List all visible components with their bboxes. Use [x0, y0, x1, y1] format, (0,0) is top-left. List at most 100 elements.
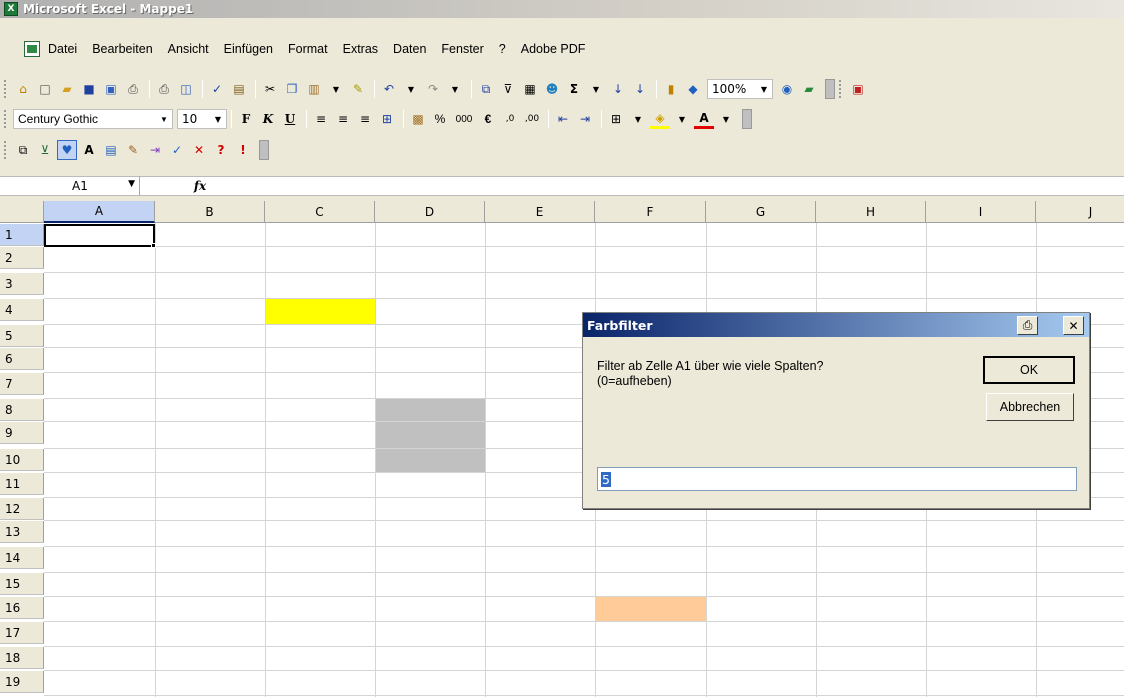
- cell-f16-peach[interactable]: [595, 597, 706, 621]
- paste-icon[interactable]: ▥: [304, 79, 324, 99]
- permission-icon[interactable]: ▣: [101, 79, 121, 99]
- dropdown-icon[interactable]: ▼: [672, 109, 692, 129]
- row-header-14[interactable]: 14: [0, 547, 44, 569]
- menu-bearbeiten[interactable]: Bearbeiten: [92, 40, 152, 58]
- borders-icon[interactable]: ⊞: [606, 109, 626, 129]
- column-header-f[interactable]: F: [595, 201, 706, 223]
- dropdown-icon[interactable]: ▼: [628, 109, 648, 129]
- help-icon[interactable]: ◉: [777, 79, 797, 99]
- dropdown-icon[interactable]: ▼: [445, 79, 465, 99]
- decrease-indent-icon[interactable]: ⇤: [553, 109, 573, 129]
- underline-icon[interactable]: U: [280, 109, 300, 129]
- row-header-15[interactable]: 15: [0, 573, 44, 595]
- print-preview-icon[interactable]: ⎙: [154, 79, 174, 99]
- row-header-13[interactable]: 13: [0, 521, 44, 543]
- select-all-corner[interactable]: [0, 201, 44, 223]
- thousands-button[interactable]: 000: [452, 109, 476, 129]
- row-header-2[interactable]: 2: [0, 247, 44, 269]
- chart-wizard-icon[interactable]: ▮: [661, 79, 681, 99]
- increase-indent-icon[interactable]: ⇥: [575, 109, 595, 129]
- pdf-icon[interactable]: ▣: [848, 79, 868, 99]
- users-icon[interactable]: ☻: [542, 79, 562, 99]
- text-icon[interactable]: A: [79, 140, 99, 160]
- question-icon[interactable]: ?: [211, 140, 231, 160]
- toolbar-grip[interactable]: [4, 110, 7, 128]
- chevron-down-icon[interactable]: ▼: [212, 112, 224, 126]
- copy-icon[interactable]: ❐: [282, 79, 302, 99]
- row-header-8[interactable]: 8: [0, 399, 44, 421]
- align-right-icon[interactable]: ≡: [355, 109, 375, 129]
- chevron-down-icon[interactable]: ▼: [128, 179, 135, 189]
- menu-adobe-pdf[interactable]: Adobe PDF: [521, 40, 586, 58]
- row-header-18[interactable]: 18: [0, 647, 44, 669]
- decrease-decimal-icon[interactable]: ,00: [522, 109, 542, 129]
- row-header-3[interactable]: 3: [0, 273, 44, 295]
- currency-icon[interactable]: ▩: [408, 109, 428, 129]
- drawing-icon[interactable]: ◆: [683, 79, 703, 99]
- format-painter-icon[interactable]: ✎: [348, 79, 368, 99]
- column-header-e[interactable]: E: [485, 201, 595, 223]
- new-icon[interactable]: □: [35, 79, 55, 99]
- row-header-12[interactable]: 12: [0, 498, 44, 520]
- menu-ansicht[interactable]: Ansicht: [168, 40, 209, 58]
- home-icon[interactable]: ⌂: [13, 79, 33, 99]
- toolbar-grip[interactable]: [839, 80, 842, 98]
- row-header-7[interactable]: 7: [0, 373, 44, 395]
- row-header-1[interactable]: 1: [0, 224, 44, 246]
- toolbar-grip[interactable]: [4, 141, 7, 159]
- font-combo[interactable]: Century Gothic ▼: [13, 109, 173, 129]
- row-header-11[interactable]: 11: [0, 473, 44, 495]
- italic-icon[interactable]: K: [258, 109, 278, 129]
- autofilter-icon[interactable]: ⊽: [498, 79, 518, 99]
- row-header-5[interactable]: 5: [0, 325, 44, 347]
- column-header-d[interactable]: D: [375, 201, 485, 223]
- columns-input[interactable]: 5: [597, 467, 1077, 491]
- chevron-down-icon[interactable]: ▼: [158, 112, 170, 126]
- redo-icon[interactable]: ↷: [423, 79, 443, 99]
- column-header-j[interactable]: J: [1036, 201, 1124, 223]
- column-header-b[interactable]: B: [155, 201, 265, 223]
- preview-icon[interactable]: ◫: [176, 79, 196, 99]
- menu-format[interactable]: Format: [288, 40, 328, 58]
- row-header-6[interactable]: 6: [0, 348, 44, 370]
- name-box[interactable]: A1 ▼: [0, 176, 140, 196]
- cell-d8-d10-gray[interactable]: [375, 399, 485, 473]
- undo-icon[interactable]: ↶: [379, 79, 399, 99]
- row-header-16[interactable]: 16: [0, 597, 44, 619]
- sort-ascending-icon[interactable]: ↓: [608, 79, 628, 99]
- zoom-combo[interactable]: 100% ▼: [707, 79, 773, 99]
- fx-icon[interactable]: fx: [140, 179, 260, 193]
- toolbar-options-button[interactable]: [259, 140, 269, 160]
- column-header-i[interactable]: I: [926, 201, 1036, 223]
- cell-c4-yellow[interactable]: [265, 299, 375, 324]
- save-icon[interactable]: ■: [79, 79, 99, 99]
- row-header-4[interactable]: 4: [0, 299, 44, 321]
- autosum-icon[interactable]: Σ: [564, 79, 584, 99]
- active-cell-a1[interactable]: [44, 224, 155, 247]
- menu-fenster[interactable]: Fenster: [441, 40, 483, 58]
- menu-extras[interactable]: Extras: [343, 40, 378, 58]
- toolbar-options-button[interactable]: [742, 109, 752, 129]
- row-header-17[interactable]: 17: [0, 622, 44, 644]
- workbook-icon[interactable]: [24, 41, 40, 57]
- chevron-down-icon[interactable]: ▼: [758, 82, 770, 96]
- windows-icon[interactable]: ⧉: [13, 140, 33, 160]
- row-header-19[interactable]: 19: [0, 671, 44, 693]
- dropdown-icon[interactable]: ▼: [716, 109, 736, 129]
- cut-icon[interactable]: ✂: [260, 79, 280, 99]
- percent-button[interactable]: %: [430, 109, 450, 129]
- form-icon[interactable]: ▦: [520, 79, 540, 99]
- menu-einfuegen[interactable]: Einfügen: [224, 40, 273, 58]
- book-icon[interactable]: ▰: [799, 79, 819, 99]
- hyperlink-icon[interactable]: ⧉: [476, 79, 496, 99]
- menu-datei[interactable]: Datei: [48, 40, 77, 58]
- column-header-c[interactable]: C: [265, 201, 375, 223]
- row-header-9[interactable]: 9: [0, 422, 44, 444]
- menu-daten[interactable]: Daten: [393, 40, 426, 58]
- color-filter-icon[interactable]: ♥: [57, 140, 77, 160]
- dropdown-icon[interactable]: ▼: [326, 79, 346, 99]
- align-center-icon[interactable]: ≡: [333, 109, 353, 129]
- open-icon[interactable]: ▰: [57, 79, 77, 99]
- form-field-icon[interactable]: ▤: [101, 140, 121, 160]
- row-header-10[interactable]: 10: [0, 449, 44, 471]
